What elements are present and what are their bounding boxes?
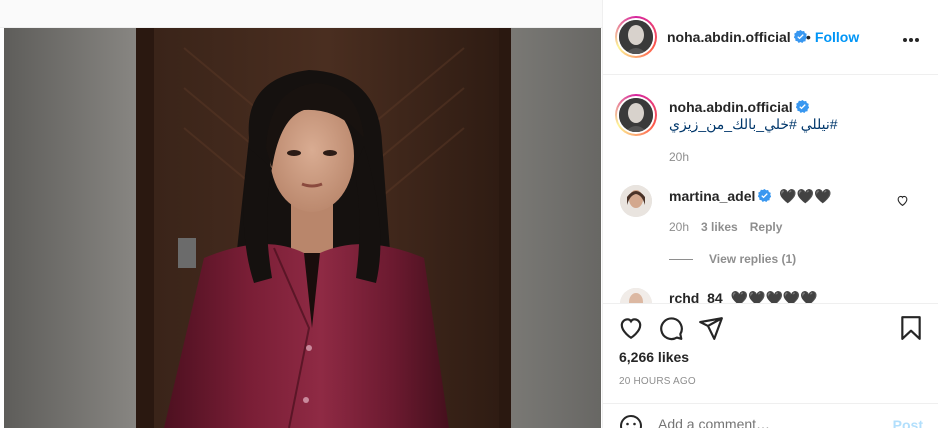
caption-time[interactable]: 20h (669, 150, 689, 164)
comment-icon[interactable] (658, 315, 684, 341)
bookmark-icon[interactable] (898, 315, 924, 341)
verified-badge-icon (793, 30, 807, 43)
more-options-icon[interactable] (903, 29, 923, 45)
comment-text: 🖤🖤🖤 (779, 188, 832, 204)
comment-text: 🖤🖤🖤🖤🖤 (730, 290, 818, 303)
verified-badge-icon (795, 100, 809, 113)
post-timestamp[interactable]: 20 HOURS AGO (619, 376, 696, 387)
view-replies-link[interactable]: View replies (1) (669, 252, 796, 266)
post-side-panel: noha.abdin.official • Follow noha.abdin.o… (602, 0, 938, 428)
add-comment-bar: Post (603, 403, 938, 428)
post-header: noha.abdin.official • Follow (603, 0, 938, 75)
add-comment-input[interactable] (658, 416, 878, 428)
comment-username[interactable]: rchd_84 (669, 290, 723, 303)
emoji-icon[interactable] (619, 414, 643, 428)
verified-badge-icon (758, 189, 772, 202)
caption-username[interactable]: noha.abdin.official (669, 99, 793, 115)
follow-button[interactable]: Follow (815, 29, 859, 45)
view-replies-label: View replies (1) (709, 252, 797, 266)
caption-avatar[interactable] (615, 94, 657, 136)
share-icon[interactable] (698, 315, 724, 341)
heart-icon[interactable] (618, 315, 644, 341)
commenter-avatar[interactable] (620, 288, 652, 303)
author-username[interactable]: noha.abdin.official (667, 29, 791, 45)
post-comment-button[interactable]: Post (893, 417, 923, 428)
separator-dot: • (806, 29, 811, 45)
reply-button[interactable]: Reply (750, 220, 783, 234)
comments-list: noha.abdin.official #نيللي #خلي_بالك_من_… (603, 76, 938, 303)
post-photo[interactable] (4, 28, 601, 428)
likes-count[interactable]: 6,266 likes (619, 349, 689, 365)
post-actions: 6,266 likes 20 HOURS AGO (603, 303, 938, 403)
top-strip (0, 0, 602, 28)
comment-username[interactable]: martina_adel (669, 188, 755, 204)
comment-like-heart-icon[interactable] (896, 194, 909, 207)
comment-likes[interactable]: 3 likes (701, 220, 738, 234)
commenter-avatar[interactable] (620, 185, 652, 217)
caption-hashtags[interactable]: #نيللي #خلي_بالك_من_زيزي (669, 116, 838, 133)
comment-time[interactable]: 20h (669, 220, 689, 234)
author-avatar[interactable] (615, 16, 657, 58)
